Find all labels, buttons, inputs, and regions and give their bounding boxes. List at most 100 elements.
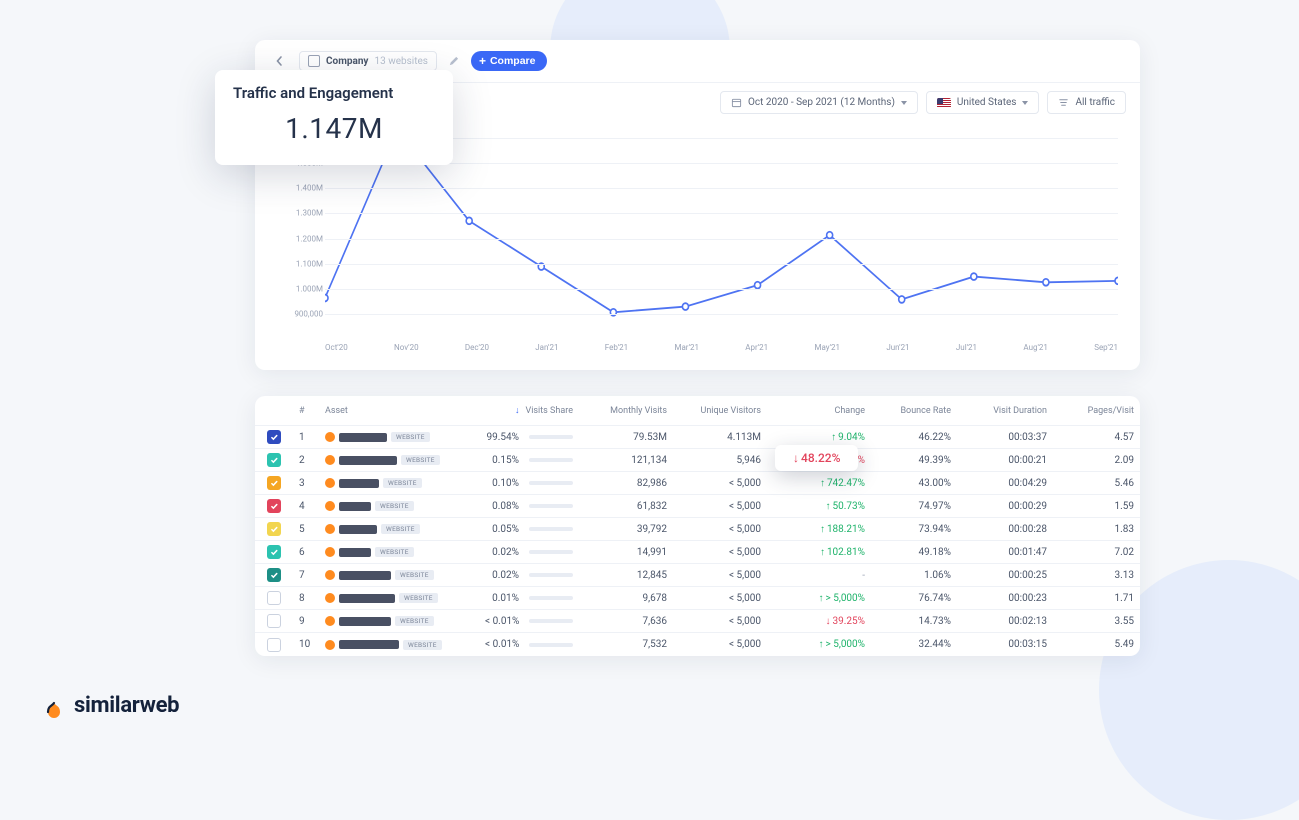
row-checkbox[interactable] [267,545,281,559]
row-checkbox[interactable] [267,476,281,490]
y-tick-label: 900,000 [293,310,323,319]
x-tick-label: Jan'21 [535,343,558,352]
favicon-icon [325,616,335,626]
traffic-filter[interactable]: All traffic [1047,91,1126,114]
bounce-rate-cell: 49.18% [871,547,957,558]
y-tick-label: 1.400M [293,184,323,193]
asset-cell[interactable]: WEBSITE [319,478,479,488]
date-range-filter[interactable]: Oct 2020 - Sep 2021 (12 Months) [720,91,918,114]
asset-cell[interactable]: WEBSITE [319,547,479,557]
company-label: Company [326,56,368,67]
website-tag: WEBSITE [391,432,430,442]
x-tick-label: Jun'21 [886,343,909,352]
website-tag: WEBSITE [403,640,442,650]
metric-highlight-card: Traffic and Engagement 1.147M [215,70,453,165]
table-row[interactable]: 6WEBSITE0.02%14,991< 5,000102.81%49.18%0… [255,541,1140,564]
row-checkbox[interactable] [267,568,281,582]
table-row[interactable]: 1WEBSITE99.54%79.53M4.113M9.04%46.22%00:… [255,426,1140,449]
row-number: 8 [293,593,319,604]
us-flag-icon [937,98,951,108]
unique-visitors-cell: < 5,000 [673,524,767,535]
change-cell: > 5,000% [767,639,871,650]
monthly-visits-cell: 121,134 [579,455,673,466]
asset-cell[interactable]: WEBSITE [319,432,479,442]
bounce-rate-cell: 14.73% [871,616,957,627]
asset-cell[interactable]: WEBSITE [319,570,479,580]
th-visits-share[interactable]: ↓Visits Share [479,405,579,416]
monthly-visits-cell: 14,991 [579,547,673,558]
asset-cell[interactable]: WEBSITE [319,593,479,603]
x-tick-label: Apr'21 [745,343,768,352]
row-checkbox[interactable] [267,522,281,536]
asset-cell[interactable]: WEBSITE [319,501,479,511]
change-highlight-tooltip: 48.22% [775,445,858,471]
change-cell: 9.04% [767,432,871,443]
bounce-rate-cell: 76.74% [871,593,957,604]
row-checkbox[interactable] [267,499,281,513]
visits-share-cell: 0.05% [479,524,579,535]
th-monthly-visits[interactable]: Monthly Visits [579,406,673,416]
pages-visit-cell: 1.59 [1053,501,1140,512]
asset-cell[interactable]: WEBSITE [319,616,479,626]
unique-visitors-cell: < 5,000 [673,547,767,558]
th-unique-visitors[interactable]: Unique Visitors [673,406,767,416]
table-row[interactable]: 9WEBSITE< 0.01%7,636< 5,00039.25%14.73%0… [255,610,1140,633]
metric-title: Traffic and Engagement [233,84,435,102]
brand-logo: similarweb [42,693,179,718]
gridline [325,213,1118,214]
website-tag: WEBSITE [383,478,422,488]
row-checkbox[interactable] [267,614,281,628]
th-asset[interactable]: Asset [319,406,479,416]
unique-visitors-cell: < 5,000 [673,570,767,581]
favicon-icon [325,547,335,557]
date-range-label: Oct 2020 - Sep 2021 (12 Months) [748,97,895,108]
row-checkbox[interactable] [267,638,281,652]
compare-button[interactable]: + Compare [471,51,548,71]
x-tick-label: Dec'20 [465,343,489,352]
visit-duration-cell: 00:01:47 [957,547,1053,558]
pages-visit-cell: 5.46 [1053,478,1140,489]
country-filter[interactable]: United States [926,91,1040,114]
table-row[interactable]: 2WEBSITE0.15%121,1345,94648.22%49.39%00:… [255,449,1140,472]
th-visit-duration[interactable]: Visit Duration [957,406,1053,416]
table-row[interactable]: 4WEBSITE0.08%61,832< 5,00050.73%74.97%00… [255,495,1140,518]
x-tick-label: Sep'21 [1094,343,1118,352]
favicon-icon [325,640,335,650]
th-bounce-rate[interactable]: Bounce Rate [871,406,957,416]
table-row[interactable]: 5WEBSITE0.05%39,792< 5,000188.21%73.94%0… [255,518,1140,541]
favicon-icon [325,570,335,580]
back-button[interactable] [269,50,291,72]
table-row[interactable]: 10WEBSITE< 0.01%7,532< 5,000> 5,000%32.4… [255,633,1140,656]
gridline [325,188,1118,189]
compare-label: Compare [490,55,536,67]
x-tick-label: Jul'21 [956,343,977,352]
row-checkbox[interactable] [267,591,281,605]
th-change[interactable]: Change [767,406,871,416]
website-tag: WEBSITE [395,616,434,626]
pages-visit-cell: 7.02 [1053,547,1140,558]
table-row[interactable]: 7WEBSITE0.02%12,845< 5,000-1.06%00:00:25… [255,564,1140,587]
company-chip[interactable]: Company 13 websites [299,51,437,71]
row-checkbox[interactable] [267,453,281,467]
table-row[interactable]: 3WEBSITE0.10%82,986< 5,000742.47%43.00%0… [255,472,1140,495]
pages-visit-cell: 2.09 [1053,455,1140,466]
bounce-rate-cell: 49.39% [871,455,957,466]
bounce-rate-cell: 43.00% [871,478,957,489]
favicon-icon [325,432,335,442]
chevron-down-icon [901,101,907,105]
visit-duration-cell: 00:03:15 [957,639,1053,650]
th-pages-visit[interactable]: Pages/Visit [1053,406,1140,416]
row-checkbox[interactable] [267,430,281,444]
asset-name-redacted [339,548,371,557]
th-num[interactable]: # [293,406,319,416]
asset-cell[interactable]: WEBSITE [319,640,479,650]
asset-name-redacted [339,640,399,649]
asset-cell[interactable]: WEBSITE [319,455,479,465]
plus-icon: + [479,55,486,67]
edit-icon[interactable] [445,52,463,70]
bounce-rate-cell: 1.06% [871,570,957,581]
table-row[interactable]: 8WEBSITE0.01%9,678< 5,000> 5,000%76.74%0… [255,587,1140,610]
unique-visitors-cell: < 5,000 [673,616,767,627]
asset-cell[interactable]: WEBSITE [319,524,479,534]
monthly-visits-cell: 12,845 [579,570,673,581]
